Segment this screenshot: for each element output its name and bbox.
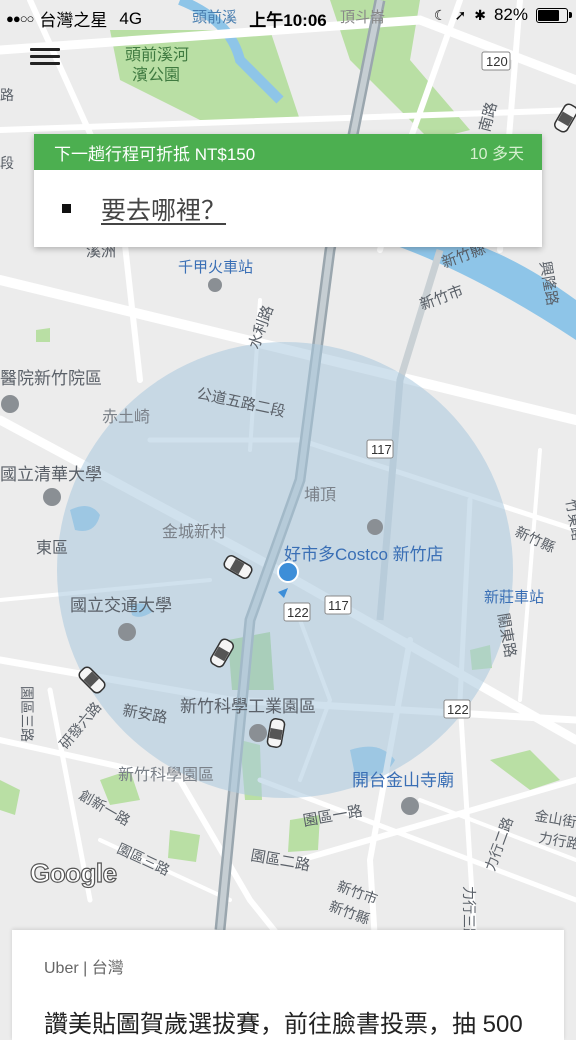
map-label: 醫院新竹院區 <box>0 369 102 388</box>
map-label: 路 <box>0 87 14 103</box>
park-area <box>168 830 200 862</box>
map-label: 117 <box>328 598 349 613</box>
map-label: 頭前溪河 <box>125 46 189 64</box>
map-label: 122 <box>287 605 309 620</box>
school-icon <box>118 623 136 641</box>
map-label: 東區 <box>36 539 68 557</box>
battery-percent: 82% <box>493 5 528 24</box>
google-logo: Google <box>29 857 117 888</box>
status-bar: ●●○○ 台灣之星 4G 上午10:06 ☾ ➚ ✱ 82% <box>0 0 576 32</box>
battery-icon <box>536 7 572 23</box>
map-label: 國立清華大學 <box>0 465 102 484</box>
moon-icon: ☾ <box>433 6 447 23</box>
shop-icon <box>367 519 383 535</box>
map-label: 新竹科學園區 <box>118 766 214 784</box>
map-label: 122 <box>447 702 469 717</box>
map-label: 園區三路 <box>19 686 35 742</box>
promo-banner[interactable]: 下一趟行程可折抵 NT$150 10 多天 <box>34 134 542 170</box>
map-label: 好市多Costco 新竹店 <box>284 545 444 564</box>
destination-card: 下一趟行程可折抵 NT$150 10 多天 要去哪裡？ <box>34 134 542 247</box>
map-label: 埔頂 <box>304 486 336 504</box>
map-label: 新竹科學工業園區 <box>180 697 316 716</box>
temple-icon <box>401 797 419 815</box>
map-label: 開台金山寺廟 <box>352 771 454 790</box>
park-area <box>36 328 50 342</box>
map-label: 段 <box>0 155 14 171</box>
map-label: 117 <box>371 442 392 457</box>
menu-button[interactable] <box>30 44 60 72</box>
current-location-dot <box>277 561 299 583</box>
promo-days-left: 10 多天 <box>469 146 524 163</box>
where-to-label: 要去哪裡？ <box>101 196 227 225</box>
where-to-button[interactable]: 要去哪裡？ <box>34 170 542 247</box>
map-label: 國立交通大學 <box>70 596 172 615</box>
school-icon <box>43 488 61 506</box>
news-title: 讚美貼圖賀歲選拔賽，前往臉書投票，抽 500 <box>44 1011 523 1038</box>
map-label: 千甲火車站 <box>178 259 253 276</box>
menu-icon-line <box>30 62 60 65</box>
bluetooth-icon: ✱ <box>474 6 486 23</box>
location-arrow-icon: ➚ <box>454 6 467 23</box>
poi-icon <box>249 724 267 742</box>
menu-icon-line <box>30 55 60 58</box>
map-label: 赤土崎 <box>102 408 150 426</box>
map-label: 新莊車站 <box>484 589 544 606</box>
hospital-icon <box>1 395 19 413</box>
promo-text: 下一趟行程可折抵 NT$150 <box>54 144 256 164</box>
train-station-icon <box>208 278 222 292</box>
map-label: 濱公園 <box>132 66 180 84</box>
map-label: 金城新村 <box>162 523 226 541</box>
news-source: Uber | 台灣 <box>44 960 124 977</box>
destination-square-icon <box>62 204 71 213</box>
menu-icon-line <box>30 48 60 51</box>
map-label: 120 <box>486 54 508 69</box>
